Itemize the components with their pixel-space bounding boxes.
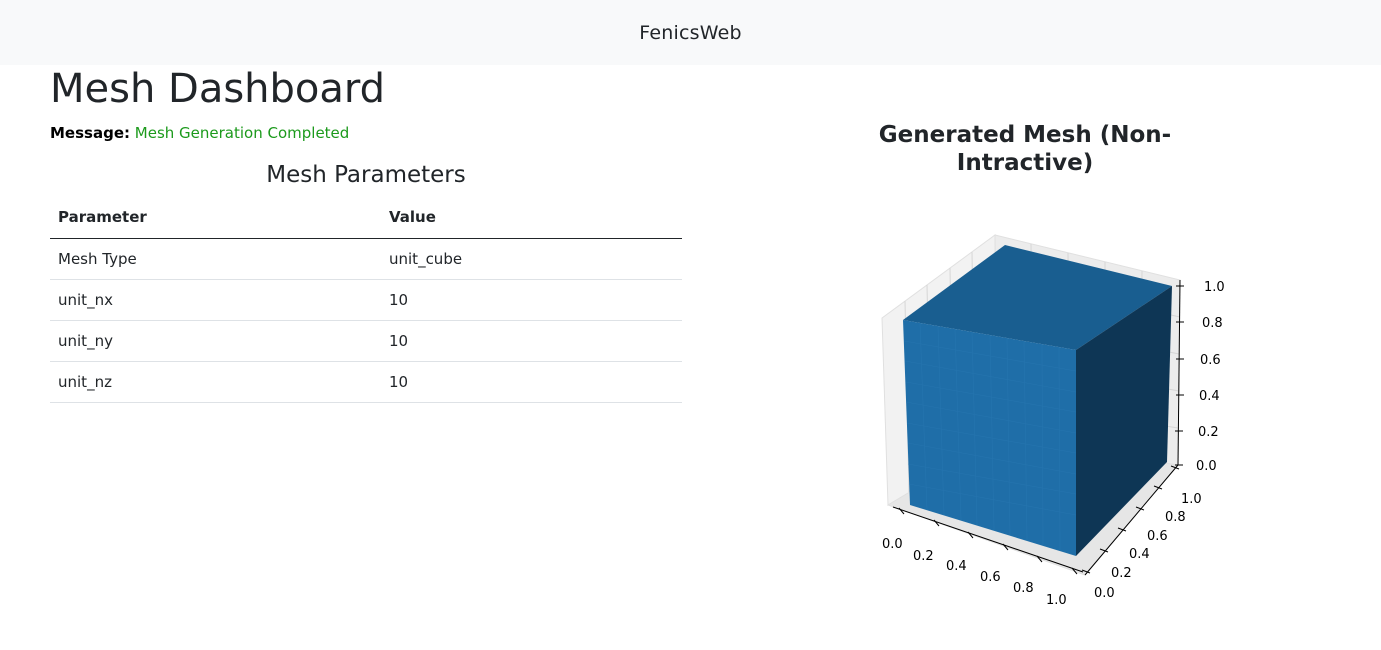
- param-name: unit_ny: [50, 320, 381, 362]
- header-parameter: Parameter: [50, 196, 381, 239]
- z-tick-label: 0.8: [1202, 316, 1223, 331]
- x-tick-label: 0.6: [980, 570, 1001, 585]
- y-tick-label: 0.2: [1111, 566, 1132, 581]
- y-tick-label: 0.0: [1094, 586, 1115, 601]
- y-tick-label: 0.6: [1147, 529, 1168, 544]
- table-row: unit_nz 10: [50, 361, 682, 403]
- x-tick-label: 1.0: [1046, 593, 1067, 608]
- y-tick-label: 0.4: [1129, 547, 1150, 562]
- param-name: unit_nz: [50, 361, 381, 403]
- status-message: Message: Mesh Generation Completed: [50, 124, 349, 142]
- param-name: Mesh Type: [50, 238, 381, 280]
- param-value: 10: [381, 361, 682, 403]
- plot-title: Generated Mesh (Non-Intractive): [878, 122, 1172, 176]
- x-tick-label: 0.8: [1013, 581, 1034, 596]
- message-text: Mesh Generation Completed: [134, 124, 350, 142]
- z-tick-label: 0.6: [1200, 353, 1221, 368]
- param-value: unit_cube: [381, 238, 682, 280]
- parameters-title: Mesh Parameters: [266, 162, 466, 188]
- param-name: unit_nx: [50, 279, 381, 321]
- parameters-table: Parameter Value Mesh Type unit_cube unit…: [50, 196, 682, 403]
- mesh-3d-plot: 1.0 0.8 0.6 0.4 0.2 0.0 0.0 0.2 0.4 0.6 …: [881, 234, 1225, 608]
- z-tick-label: 1.0: [1204, 280, 1225, 295]
- cube-front-face: [903, 320, 1076, 556]
- table-row: Mesh Type unit_cube: [50, 238, 682, 280]
- header-value: Value: [381, 196, 682, 239]
- page-title: Mesh Dashboard: [50, 66, 386, 112]
- y-tick-label: 1.0: [1181, 492, 1202, 507]
- x-tick-label: 0.2: [913, 549, 934, 564]
- z-tick-label: 0.4: [1199, 389, 1220, 404]
- x-tick-label: 0.4: [946, 559, 967, 574]
- param-value: 10: [381, 320, 682, 362]
- param-value: 10: [381, 279, 682, 321]
- brand-link[interactable]: FenicsWeb: [639, 22, 741, 44]
- navbar: FenicsWeb: [0, 0, 1381, 65]
- table-row: unit_nx 10: [50, 279, 682, 321]
- z-tick-label: 0.2: [1198, 425, 1219, 440]
- table-header-row: Parameter Value: [50, 196, 682, 239]
- table-row: unit_ny 10: [50, 320, 682, 362]
- z-tick-label: 0.0: [1196, 459, 1217, 474]
- message-label: Message:: [50, 124, 130, 142]
- y-tick-label: 0.8: [1165, 510, 1186, 525]
- x-tick-label: 0.0: [882, 537, 903, 552]
